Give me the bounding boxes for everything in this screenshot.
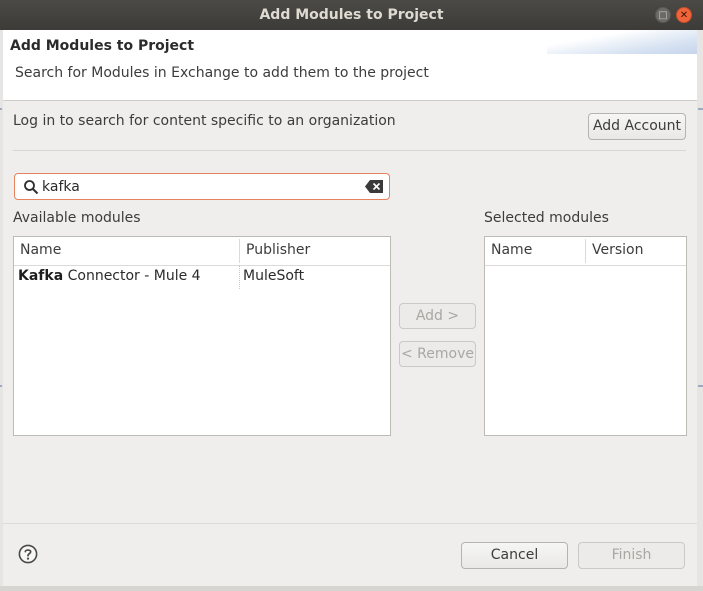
background-window-edge xyxy=(698,385,703,387)
clear-icon[interactable] xyxy=(365,180,383,193)
column-header-name[interactable]: Name xyxy=(491,242,532,258)
column-divider[interactable] xyxy=(239,239,240,263)
login-message: Log in to search for content specific to… xyxy=(13,113,396,129)
search-input[interactable] xyxy=(42,177,352,197)
selected-modules-label: Selected modules xyxy=(484,210,609,226)
search-field[interactable] xyxy=(14,173,390,200)
close-icon[interactable]: ✕ xyxy=(676,7,692,23)
module-name-match: Kafka xyxy=(18,268,64,284)
background-window-edge xyxy=(0,385,2,387)
background-window-edge xyxy=(0,108,2,110)
cell-divider xyxy=(239,265,240,289)
background-window-edge xyxy=(698,108,703,110)
column-divider[interactable] xyxy=(585,239,586,263)
banner-subtitle: Search for Modules in Exchange to add th… xyxy=(15,65,429,81)
banner-title: Add Modules to Project xyxy=(10,38,195,54)
separator xyxy=(13,150,686,151)
window-titlebar[interactable]: Add Modules to Project □ ✕ xyxy=(0,0,703,30)
remove-button[interactable]: < Remove xyxy=(399,341,476,367)
table-header: Name Version xyxy=(485,237,686,266)
dialog-footer: Cancel Finish xyxy=(3,523,697,587)
available-modules-label: Available modules xyxy=(13,210,141,226)
dialog-content: Log in to search for content specific to… xyxy=(3,101,697,523)
finish-button[interactable]: Finish xyxy=(578,542,685,569)
module-name-rest: Connector - Mule 4 xyxy=(63,268,201,284)
available-modules-table[interactable]: Name Publisher Kafka Connector - Mule 4 … xyxy=(13,236,391,436)
add-account-button[interactable]: Add Account xyxy=(588,113,686,140)
cancel-button[interactable]: Cancel xyxy=(461,542,568,569)
add-button[interactable]: Add > xyxy=(399,303,476,329)
wizard-banner: Add Modules to Project Search for Module… xyxy=(3,30,697,101)
column-header-publisher[interactable]: Publisher xyxy=(246,242,310,258)
selected-modules-table[interactable]: Name Version xyxy=(484,236,687,436)
window-title: Add Modules to Project xyxy=(259,7,444,23)
background-window-strip xyxy=(0,586,703,591)
table-header: Name Publisher xyxy=(14,237,390,266)
module-publisher-cell: MuleSoft xyxy=(243,268,305,284)
column-header-name[interactable]: Name xyxy=(20,242,61,258)
table-row[interactable]: Kafka Connector - Mule 4 MuleSoft xyxy=(14,265,390,289)
column-header-version[interactable]: Version xyxy=(592,242,643,258)
module-name-cell: Kafka Connector - Mule 4 xyxy=(18,268,201,284)
maximize-icon[interactable]: □ xyxy=(655,7,671,23)
help-icon[interactable] xyxy=(18,544,38,564)
banner-decoration xyxy=(547,30,697,54)
search-icon xyxy=(24,180,39,195)
